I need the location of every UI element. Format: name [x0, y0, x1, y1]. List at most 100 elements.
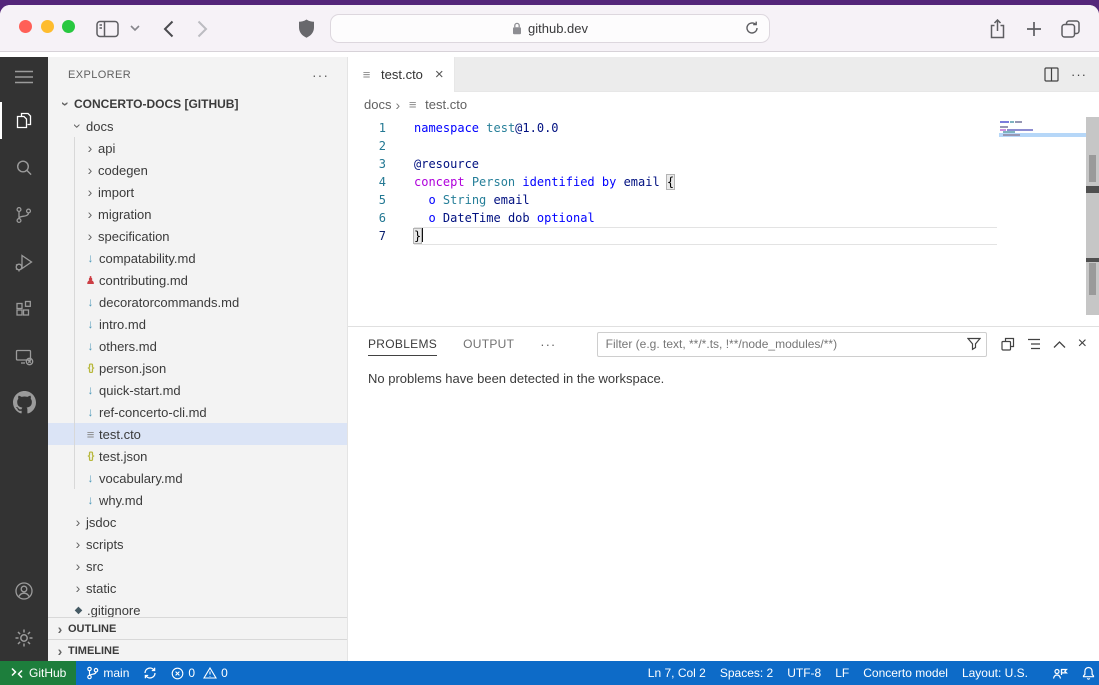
- menu-icon[interactable]: [0, 57, 48, 97]
- line-number[interactable]: 1: [348, 121, 414, 135]
- status-item-layout-u-s-[interactable]: Layout: U.S.: [955, 666, 1035, 680]
- panel-tabs-overflow-icon[interactable]: ···: [540, 337, 556, 352]
- outline-section[interactable]: › OUTLINE: [48, 617, 347, 639]
- editor-more-actions-icon[interactable]: ···: [1071, 67, 1087, 82]
- tree-item-others-md[interactable]: ↓ others.md: [48, 335, 347, 357]
- close-window-button[interactable]: [19, 20, 32, 33]
- problems-indicator[interactable]: 0 0: [164, 661, 234, 685]
- tree-item-api[interactable]: › api: [48, 137, 347, 159]
- code-line-6[interactable]: 6 o DateTime dob optional: [348, 209, 1099, 227]
- line-content[interactable]: }: [412, 227, 997, 245]
- tree-item-specification[interactable]: › specification: [48, 225, 347, 247]
- tree-item-test-json[interactable]: {} test.json: [48, 445, 347, 467]
- tree-item-migration[interactable]: › migration: [48, 203, 347, 225]
- code-line-1[interactable]: 1 namespace test@1.0.0: [348, 119, 1099, 137]
- view-as-list-icon[interactable]: [1027, 338, 1041, 350]
- breadcrumb-file[interactable]: test.cto: [425, 97, 467, 112]
- reload-icon[interactable]: [744, 20, 760, 36]
- close-panel-icon[interactable]: ×: [1078, 336, 1087, 352]
- github-icon[interactable]: [0, 379, 48, 426]
- run-debug-icon[interactable]: [0, 238, 48, 285]
- tabs-overview-icon[interactable]: [1058, 5, 1082, 52]
- branch-indicator[interactable]: main: [76, 661, 136, 685]
- filter-icon[interactable]: [966, 337, 981, 351]
- tree-item-ref-concerto-cli-md[interactable]: ↓ ref-concerto-cli.md: [48, 401, 347, 423]
- line-number[interactable]: 7: [348, 229, 414, 243]
- tree-item-codegen[interactable]: › codegen: [48, 159, 347, 181]
- tree-item-static[interactable]: › static: [48, 577, 347, 599]
- line-number[interactable]: 6: [348, 211, 414, 225]
- sync-button[interactable]: [136, 661, 164, 685]
- zoom-window-button[interactable]: [62, 20, 75, 33]
- code-line-5[interactable]: 5 o String email: [348, 191, 1099, 209]
- status-item-lf[interactable]: LF: [828, 666, 856, 680]
- minimize-window-button[interactable]: [41, 20, 54, 33]
- source-control-icon[interactable]: [0, 191, 48, 238]
- minimap[interactable]: [999, 119, 1086, 319]
- tree-item-intro-md[interactable]: ↓ intro.md: [48, 313, 347, 335]
- timeline-section[interactable]: › TIMELINE: [48, 639, 347, 661]
- line-content[interactable]: [414, 137, 997, 155]
- status-item-ln-7-col-2[interactable]: Ln 7, Col 2: [641, 666, 713, 680]
- tab-test-cto[interactable]: ≡ test.cto ×: [348, 57, 455, 92]
- maximize-panel-icon[interactable]: [1053, 340, 1066, 349]
- tree-item-compatability-md[interactable]: ↓ compatability.md: [48, 247, 347, 269]
- tree-item-why-md[interactable]: ↓ why.md: [48, 489, 347, 511]
- editor-scrollbar[interactable]: [1086, 117, 1099, 315]
- tree-item-concerto-docs-github-[interactable]: › CONCERTO-DOCS [GITHUB]: [48, 93, 347, 115]
- problems-filter[interactable]: [596, 331, 987, 357]
- tree-item-quick-start-md[interactable]: ↓ quick-start.md: [48, 379, 347, 401]
- line-content[interactable]: @resource: [414, 155, 997, 173]
- breadcrumb-folder[interactable]: docs: [364, 97, 391, 112]
- status-item-utf-8[interactable]: UTF-8: [780, 666, 828, 680]
- new-tab-icon[interactable]: [1024, 5, 1044, 52]
- explorer-actions-icon[interactable]: ···: [312, 67, 329, 83]
- tree-item-contributing-md[interactable]: ♟ contributing.md: [48, 269, 347, 291]
- problems-filter-input[interactable]: [596, 331, 987, 357]
- line-content[interactable]: namespace test@1.0.0: [414, 119, 997, 137]
- chevron-down-icon[interactable]: [128, 5, 142, 52]
- back-icon[interactable]: [158, 5, 178, 52]
- code-line-2[interactable]: 2: [348, 137, 1099, 155]
- search-icon[interactable]: [0, 144, 48, 191]
- tree-item-test-cto[interactable]: ≡ test.cto: [48, 423, 347, 445]
- line-content[interactable]: concept Person identified by email {: [414, 173, 997, 191]
- tree-item-decoratorcommands-md[interactable]: ↓ decoratorcommands.md: [48, 291, 347, 313]
- line-content[interactable]: o String email: [414, 191, 997, 209]
- remote-explorer-icon[interactable]: [0, 332, 48, 379]
- address-bar[interactable]: github.dev: [330, 14, 770, 43]
- line-number[interactable]: 4: [348, 175, 414, 189]
- status-item-concerto-model[interactable]: Concerto model: [856, 666, 955, 680]
- settings-gear-icon[interactable]: [0, 614, 48, 661]
- line-number[interactable]: 5: [348, 193, 414, 207]
- close-tab-icon[interactable]: ×: [435, 66, 444, 83]
- notifications-bell-icon[interactable]: [1075, 661, 1099, 685]
- share-icon[interactable]: [986, 5, 1008, 52]
- feedback-icon[interactable]: [1045, 661, 1075, 685]
- account-icon[interactable]: [0, 567, 48, 614]
- tree-item-src[interactable]: › src: [48, 555, 347, 577]
- code-editor[interactable]: 1 namespace test@1.0.0 2 3 @resource 4 concept…: [348, 117, 1099, 326]
- tree-item-import[interactable]: › import: [48, 181, 347, 203]
- explorer-icon[interactable]: [0, 97, 48, 144]
- group-problems-icon[interactable]: [1001, 337, 1015, 351]
- shield-icon[interactable]: [296, 5, 316, 52]
- line-content[interactable]: o DateTime dob optional: [414, 209, 997, 227]
- remote-indicator[interactable]: GitHub: [0, 661, 77, 685]
- status-item-spaces-2[interactable]: Spaces: 2: [713, 666, 780, 680]
- tree-item-scripts[interactable]: › scripts: [48, 533, 347, 555]
- code-line-3[interactable]: 3 @resource: [348, 155, 1099, 173]
- tree-item--gitignore[interactable]: ◆ .gitignore: [48, 599, 347, 618]
- tree-item-docs[interactable]: › docs: [48, 115, 347, 137]
- tab-problems[interactable]: PROBLEMS: [368, 327, 438, 361]
- tree-item-vocabulary-md[interactable]: ↓ vocabulary.md: [48, 467, 347, 489]
- code-line-4[interactable]: 4 concept Person identified by email {: [348, 173, 1099, 191]
- extensions-icon[interactable]: [0, 285, 48, 332]
- code-line-7[interactable]: 7}: [348, 227, 1099, 245]
- split-editor-icon[interactable]: [1044, 66, 1059, 82]
- tree-item-jsdoc[interactable]: › jsdoc: [48, 511, 347, 533]
- line-number[interactable]: 2: [348, 139, 414, 153]
- tree-item-person-json[interactable]: {} person.json: [48, 357, 347, 379]
- forward-icon[interactable]: [192, 5, 212, 52]
- sidebar-icon[interactable]: [95, 5, 119, 52]
